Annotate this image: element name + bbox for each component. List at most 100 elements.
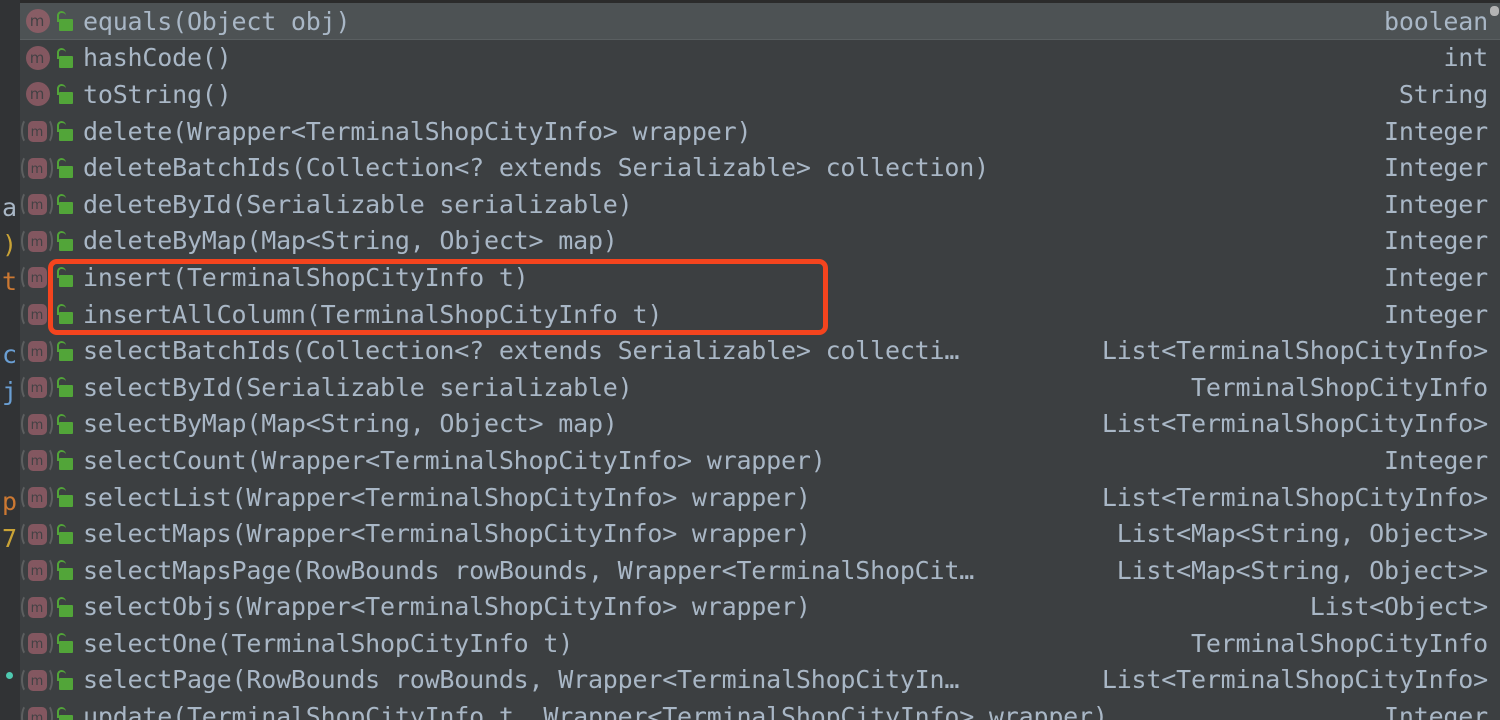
unlocked-public-icon <box>55 559 75 581</box>
completion-item[interactable]: m selectMaps(Wrapper<TerminalShopCityInfo… <box>20 515 1500 552</box>
completion-item-signature: selectList(Wrapper<TerminalShopCityInfo>… <box>83 482 811 512</box>
lock-body <box>59 348 73 361</box>
scrollbar-thumb[interactable] <box>1490 6 1499 16</box>
completion-item[interactable]: m delete(Wrapper<TerminalShopCityInfo> wr… <box>20 113 1500 150</box>
completion-item-signature: deleteBatchIds(Collection<? extends Seri… <box>83 153 989 183</box>
method-icon-glyph: m <box>30 637 44 653</box>
method-icon: m <box>21 447 53 474</box>
editor-marker-dot <box>6 672 13 679</box>
lock-body <box>59 531 73 544</box>
completion-item-return-type: List<Object> <box>1309 592 1488 622</box>
completion-item-return-type: Integer <box>1384 299 1488 329</box>
completion-item[interactable]: m selectByMap(Map<String, Object> map) Lis… <box>20 406 1500 443</box>
completion-item-return-type: String <box>1398 79 1488 109</box>
completion-item-signature: selectMaps(Wrapper<TerminalShopCityInfo>… <box>83 519 811 549</box>
unlocked-public-icon <box>55 157 75 179</box>
method-icon: m <box>21 410 53 437</box>
method-icon-glyph: m <box>30 673 44 689</box>
completion-item[interactable]: m selectOne(TerminalShopCityInfo t) Termin… <box>20 625 1500 662</box>
method-icon-glyph: m <box>30 308 44 324</box>
method-icon-glyph: m <box>30 417 44 433</box>
completion-item[interactable]: m selectMapsPage(RowBounds rowBounds, Wra… <box>20 552 1500 589</box>
completion-item[interactable]: m selectCount(Wrapper<TerminalShopCityInf… <box>20 442 1500 479</box>
completion-item[interactable]: m insertAllColumn(TerminalShopCityInfo t)… <box>20 296 1500 333</box>
completion-item[interactable]: m deleteById(Serializable serializable) In… <box>20 186 1500 223</box>
completion-scrollbar[interactable] <box>1488 3 1500 720</box>
completion-item[interactable]: m selectById(Serializable serializable) Te… <box>20 369 1500 406</box>
unlocked-public-icon <box>55 413 75 435</box>
completion-item[interactable]: m toString() String <box>20 76 1500 113</box>
completion-item-signature: selectById(Serializable serializable) <box>83 372 633 402</box>
method-icon-glyph: m <box>30 125 44 141</box>
method-icon: m <box>24 45 50 71</box>
method-icon-glyph: m <box>29 12 45 31</box>
completion-item-return-type: List<TerminalShopCityInfo> <box>1101 482 1488 512</box>
completion-item[interactable]: m hashCode() int <box>20 40 1500 77</box>
lock-body <box>59 129 73 142</box>
completion-item-signature: selectOne(TerminalShopCityInfo t) <box>83 628 574 658</box>
completion-item-signature: hashCode() <box>83 43 232 73</box>
method-icon: m <box>24 8 50 34</box>
lock-body <box>59 238 73 251</box>
completion-item-signature: selectObjs(Wrapper<TerminalShopCityInfo>… <box>83 592 811 622</box>
completion-item[interactable]: m equals(Object obj) boolean <box>20 3 1500 40</box>
method-icon: m <box>21 630 53 657</box>
method-icon-glyph: m <box>30 564 44 580</box>
method-icon-glyph: m <box>30 527 44 543</box>
method-icon: m <box>21 301 53 328</box>
lock-body <box>59 714 73 720</box>
completion-item-return-type: Integer <box>1384 702 1488 720</box>
completion-item-return-type: Integer <box>1384 445 1488 475</box>
completion-item-return-type: List<Map<String, Object>> <box>1116 519 1488 549</box>
unlocked-public-icon <box>55 193 75 215</box>
completion-item-return-type: Integer <box>1384 153 1488 183</box>
method-icon-glyph: m <box>30 271 44 287</box>
completion-item[interactable]: m insert(TerminalShopCityInfo t) Integer <box>20 259 1500 296</box>
method-icon: m <box>21 703 53 720</box>
code-completion-popup[interactable]: m equals(Object obj) boolean m hashCode() int… <box>20 0 1500 720</box>
lock-body <box>59 495 73 508</box>
unlocked-public-icon <box>55 120 75 142</box>
completion-item-return-type: TerminalShopCityInfo <box>1190 628 1488 658</box>
completion-item-return-type: List<TerminalShopCityInfo> <box>1101 409 1488 439</box>
method-icon: m <box>21 264 53 291</box>
lock-body <box>59 568 73 581</box>
unlocked-public-icon <box>55 303 75 325</box>
unlocked-public-icon <box>55 632 75 654</box>
method-icon: m <box>21 118 53 145</box>
completion-item-return-type: List<TerminalShopCityInfo> <box>1101 336 1488 366</box>
completion-item[interactable]: m deleteBatchIds(Collection<? extends Ser… <box>20 149 1500 186</box>
completion-item[interactable]: m selectPage(RowBounds rowBounds, Wrapper… <box>20 662 1500 699</box>
completion-item-signature: insert(TerminalShopCityInfo t) <box>83 262 529 292</box>
method-icon-glyph: m <box>30 600 44 616</box>
completion-item-return-type: TerminalShopCityInfo <box>1190 372 1488 402</box>
method-icon-glyph: m <box>30 381 44 397</box>
completion-item-signature: selectBatchIds(Collection<? extends Seri… <box>83 336 960 366</box>
completion-item[interactable]: m deleteByMap(Map<String, Object> map) Int… <box>20 223 1500 260</box>
lock-body <box>59 641 73 654</box>
completion-item-signature: update(TerminalShopCityInfo t, Wrapper<T… <box>83 702 1108 720</box>
completion-item-return-type: Integer <box>1384 116 1488 146</box>
lock-body <box>59 275 73 288</box>
lock-body <box>59 165 73 178</box>
completion-item[interactable]: m selectList(Wrapper<TerminalShopCityInfo… <box>20 479 1500 516</box>
unlocked-public-icon <box>55 47 75 69</box>
completion-item-return-type: boolean <box>1384 6 1488 36</box>
unlocked-public-icon <box>55 523 75 545</box>
method-icon: m <box>21 374 53 401</box>
completion-item-signature: deleteById(Serializable serializable) <box>83 189 633 219</box>
lock-body <box>59 92 73 105</box>
unlocked-public-icon <box>55 10 75 32</box>
completion-item[interactable]: m selectObjs(Wrapper<TerminalShopCityInfo… <box>20 589 1500 626</box>
lock-body <box>59 385 73 398</box>
completion-item[interactable]: m selectBatchIds(Collection<? extends Ser… <box>20 332 1500 369</box>
lock-body <box>59 19 73 32</box>
completion-item-list[interactable]: m equals(Object obj) boolean m hashCode() int… <box>20 3 1500 720</box>
completion-item-signature: selectMapsPage(RowBounds rowBounds, Wrap… <box>83 555 975 585</box>
unlocked-public-icon <box>55 83 75 105</box>
completion-item-signature: selectByMap(Map<String, Object> map) <box>83 409 618 439</box>
method-icon: m <box>21 666 53 693</box>
method-icon-glyph: m <box>30 234 44 250</box>
completion-item-signature: delete(Wrapper<TerminalShopCityInfo> wra… <box>83 116 752 146</box>
completion-item[interactable]: m update(TerminalShopCityInfo t, Wrapper<… <box>20 698 1500 720</box>
